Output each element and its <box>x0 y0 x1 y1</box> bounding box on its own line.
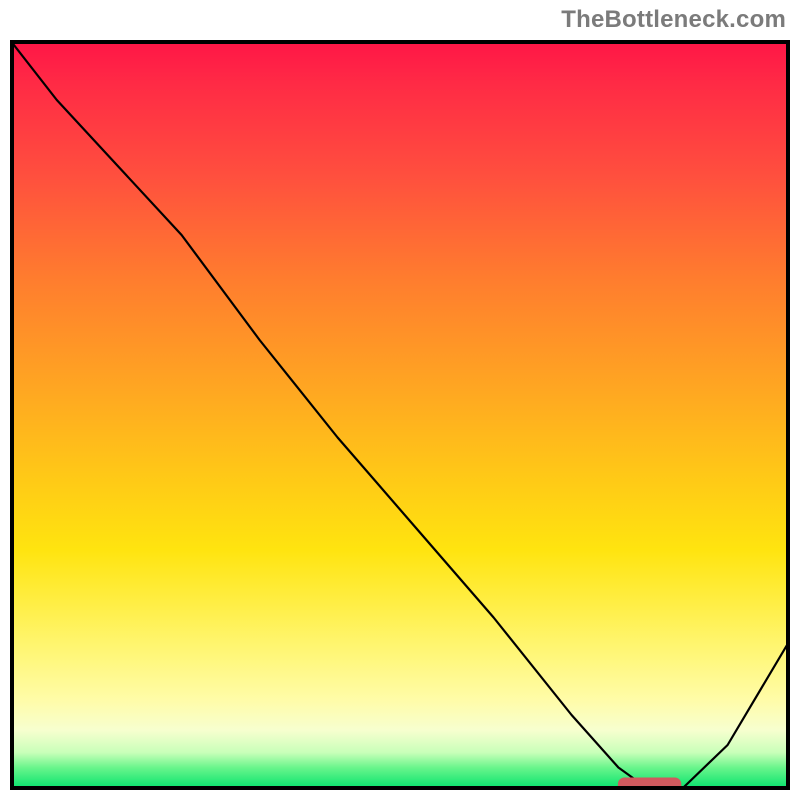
plot-overlay <box>10 40 790 790</box>
watermark-text: TheBottleneck.com <box>561 6 786 34</box>
optimum-marker <box>618 778 680 790</box>
plot-area <box>10 40 790 790</box>
chart-stage: TheBottleneck.com <box>0 0 800 800</box>
bottleneck-curve <box>10 40 790 790</box>
